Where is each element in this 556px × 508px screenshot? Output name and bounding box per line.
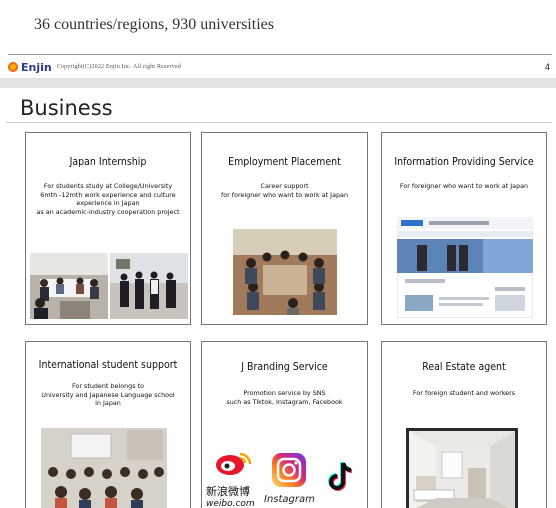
copyright-text: Copyright(C)2022 Enjin Inc. All right Re… — [56, 64, 181, 70]
business-slide: Business Japan Internship For students s… — [0, 88, 556, 508]
card-line: University and Japanese Language school — [41, 390, 175, 399]
card-line: For students study at College/University — [43, 182, 173, 190]
brand-name: Enjin — [21, 60, 52, 74]
card-line: experience in Japan — [76, 199, 140, 207]
card-title: International student support — [38, 359, 178, 371]
internship-classroom-photo — [30, 253, 108, 319]
card-line: For foreign student and workers — [412, 389, 516, 397]
card-employment-placement: Employment Placement Career support for … — [201, 132, 368, 325]
weibo-url: weibo.com — [206, 499, 255, 508]
previous-slide: 36 countries/regions, 930 universities E… — [0, 0, 556, 78]
slide-footer: Enjin Copyright(C)2022 Enjin Inc. All ri… — [8, 58, 550, 76]
card-j-branding-service: J Branding Service Promotion service by … — [201, 341, 368, 508]
meeting-photo — [233, 229, 337, 315]
seminar-photo — [41, 428, 167, 508]
instagram-logo: Instagram — [264, 452, 315, 508]
card-description: Career support for foreigner who want to… — [206, 182, 363, 199]
weibo-logo: 新浪微博 weibo.com — [206, 450, 262, 508]
weibo-chinese-name: 新浪微博 — [206, 485, 250, 498]
internship-group-photo — [110, 253, 188, 319]
card-line: Promotion service by SNS — [243, 389, 326, 397]
page-number: 4 — [544, 62, 550, 72]
slide-headline: 36 countries/regions, 930 universities — [34, 16, 274, 33]
instagram-icon — [272, 453, 306, 487]
card-description: For foreigner who want to work at Japan — [386, 182, 542, 191]
instagram-wordmark: Instagram — [264, 494, 315, 505]
card-international-student-support: International student support For studen… — [25, 341, 191, 508]
title-divider — [6, 122, 552, 123]
card-information-providing: Information Providing Service For foreig… — [381, 132, 547, 325]
slide-title: Business — [20, 96, 113, 120]
enjin-logo: Enjin — [8, 61, 52, 74]
card-line: for foreigner who want to work at Japan — [220, 190, 349, 199]
logo-mark-icon — [8, 62, 18, 72]
card-description: For student belongs to University and Ja… — [30, 382, 186, 408]
tiktok-logo — [326, 460, 356, 494]
website-screenshot — [397, 217, 533, 318]
tiktok-icon — [328, 461, 353, 491]
card-description: For foreign student and workers — [386, 389, 542, 398]
card-description: For students study at College/University… — [30, 182, 186, 216]
card-line: such as Tiktok, Instagram, Facebook — [226, 397, 343, 406]
card-line: For student belongs to — [71, 382, 145, 390]
card-title: Real Estate agent — [422, 361, 506, 373]
weibo-icon — [216, 452, 252, 475]
card-title: Information Providing Service — [394, 156, 534, 168]
card-title: Employment Placement — [228, 156, 341, 168]
apartment-room-photo — [406, 428, 518, 508]
card-line: as an academic-industry cooperation proj… — [36, 207, 180, 216]
card-description: Promotion service by SNS such as Tiktok,… — [206, 389, 363, 406]
card-line: in Japan — [95, 399, 121, 407]
card-line: 6mth -12mth work experience and culture — [40, 190, 176, 199]
footer-divider — [8, 54, 552, 55]
card-line: For foreigner who want to work at Japan — [399, 182, 529, 190]
slide-gap — [0, 78, 556, 88]
card-japan-internship: Japan Internship For students study at C… — [25, 132, 191, 325]
card-real-estate-agent: Real Estate agent For foreign student an… — [381, 341, 547, 508]
card-title: J Branding Service — [241, 361, 328, 373]
card-title: Japan Internship — [69, 156, 147, 168]
card-line: Career support — [260, 182, 309, 190]
